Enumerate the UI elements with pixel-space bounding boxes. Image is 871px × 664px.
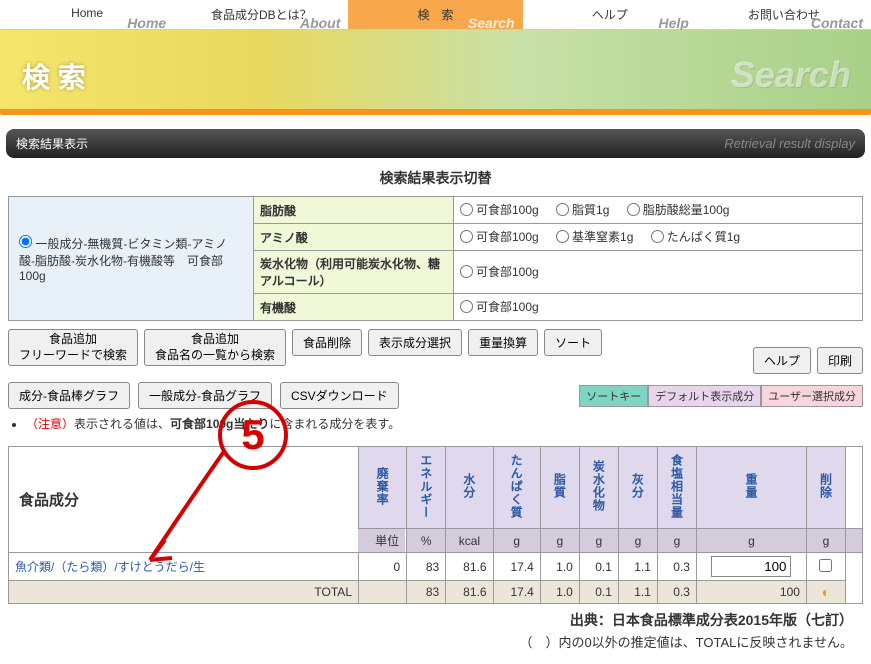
switch-left-cell: 一般成分-無機質-ビタミン類-アミノ酸-脂肪酸-炭水化物-有機酸等 可食部100… [9, 197, 254, 321]
nav-contact[interactable]: お問い合わせContact [697, 0, 871, 29]
select-components-button[interactable]: 表示成分選択 [368, 329, 462, 356]
help-button[interactable]: ヘルプ [753, 347, 811, 374]
row-amino-label: アミノ酸 [254, 224, 454, 251]
switch-table: 一般成分-無機質-ビタミン類-アミノ酸-脂肪酸-炭水化物-有機酸等 可食部100… [8, 196, 863, 321]
nav-help[interactable]: ヘルプHelp [523, 0, 697, 29]
total-label: TOTAL [9, 581, 359, 604]
row-fat-opts: 可食部100g 脂質1g 脂肪酸総量100g [454, 197, 863, 224]
note: （注意）表示される値は、可食部100g当たりに含まれる成分を表す。 [26, 415, 863, 432]
line-graph-button[interactable]: 一般成分-食品グラフ [138, 382, 272, 409]
legend-default: デフォルト表示成分 [648, 385, 761, 407]
bar-graph-button[interactable]: 成分-食品棒グラフ [8, 382, 130, 409]
result-subheader: 検索結果表示 Retrieval result display [6, 129, 865, 158]
hero-banner: 検 索 Search [0, 30, 871, 115]
footer-note: （ ）内の0以外の推定値は、TOTALに反映されません。 [18, 632, 853, 651]
top-nav: HomeHome 食品成分DBとは？About 検 索Search ヘルプHel… [0, 0, 871, 30]
col-carb[interactable]: 炭水化物 [579, 447, 618, 529]
delete-checkbox[interactable] [819, 559, 832, 572]
total-row: TOTAL 83 81.6 17.4 1.0 0.1 1.1 0.3 100 ◐ [9, 581, 863, 604]
row-fat-label: 脂肪酸 [254, 197, 454, 224]
general-radio[interactable] [19, 235, 32, 248]
table-rowlabel: 食品成分 [9, 447, 359, 553]
row-carb-label: 炭水化物（利用可能炭水化物、糖アルコール） [254, 251, 454, 294]
nav-home[interactable]: HomeHome [0, 0, 174, 29]
col-delete: 削除 [806, 447, 845, 529]
col-ash[interactable]: 灰分 [618, 447, 657, 529]
nav-search[interactable]: 検 索Search [348, 0, 522, 29]
add-fromlist-button[interactable]: 食品追加 食品名の一覧から検索 [144, 329, 286, 366]
legend-user: ユーザー選択成分 [761, 385, 863, 407]
pacman-icon[interactable]: ◐ [822, 584, 830, 600]
weight-input[interactable] [711, 556, 791, 577]
weight-convert-button[interactable]: 重量換算 [468, 329, 538, 356]
col-energy[interactable]: エネルギー [407, 447, 446, 529]
add-freeword-button[interactable]: 食品追加 フリーワードで検索 [8, 329, 138, 366]
switch-title: 検索結果表示切替 [8, 168, 863, 188]
col-protein[interactable]: たんぱく質 [493, 447, 540, 529]
food-link[interactable]: 魚介類/（たら類）/すけとうだら/生 [15, 558, 352, 575]
row-carb-opts: 可食部100g [454, 251, 863, 294]
row-amino-opts: 可食部100g 基準窒素1g たんぱく質1g [454, 224, 863, 251]
hero-bg-text: Search [731, 54, 851, 96]
button-row-2: 成分-食品棒グラフ 一般成分-食品グラフ CSVダウンロード ソートキー デフォ… [8, 382, 863, 409]
col-fat[interactable]: 脂質 [540, 447, 579, 529]
col-salt[interactable]: 食塩相当量 [657, 447, 696, 529]
subheader-jp: 検索結果表示 [16, 135, 88, 152]
subheader-en: Retrieval result display [724, 136, 855, 151]
footer-credit: 出典：日本食品標準成分表2015年版（七訂） [18, 610, 853, 630]
col-weight[interactable]: 重量 [696, 447, 806, 529]
general-radio-label[interactable]: 一般成分-無機質-ビタミン類-アミノ酸-脂肪酸-炭水化物-有機酸等 可食部100… [19, 237, 227, 283]
csv-download-button[interactable]: CSVダウンロード [280, 382, 399, 409]
row-organic-label: 有機酸 [254, 294, 454, 321]
delete-food-button[interactable]: 食品削除 [292, 329, 362, 356]
results-table: 食品成分 廃棄率 エネルギー 水分 たんぱく質 脂質 炭水化物 灰分 食塩相当量… [8, 446, 863, 604]
legend-sortkey: ソートキー [579, 385, 648, 407]
legend: ソートキー デフォルト表示成分 ユーザー選択成分 [579, 385, 863, 407]
row-organic-opts: 可食部100g [454, 294, 863, 321]
col-haiki[interactable]: 廃棄率 [359, 447, 407, 529]
button-row-1: 食品追加 フリーワードで検索 食品追加 食品名の一覧から検索 食品削除 表示成分… [8, 329, 863, 374]
col-water[interactable]: 水分 [446, 447, 493, 529]
table-row: 魚介類/（たら類）/すけとうだら/生 0 83 81.6 17.4 1.0 0.… [9, 553, 863, 581]
unit-label: 単位 [358, 529, 406, 553]
print-button[interactable]: 印刷 [817, 347, 863, 374]
sort-button[interactable]: ソート [544, 329, 602, 356]
nav-about[interactable]: 食品成分DBとは？About [174, 0, 348, 29]
